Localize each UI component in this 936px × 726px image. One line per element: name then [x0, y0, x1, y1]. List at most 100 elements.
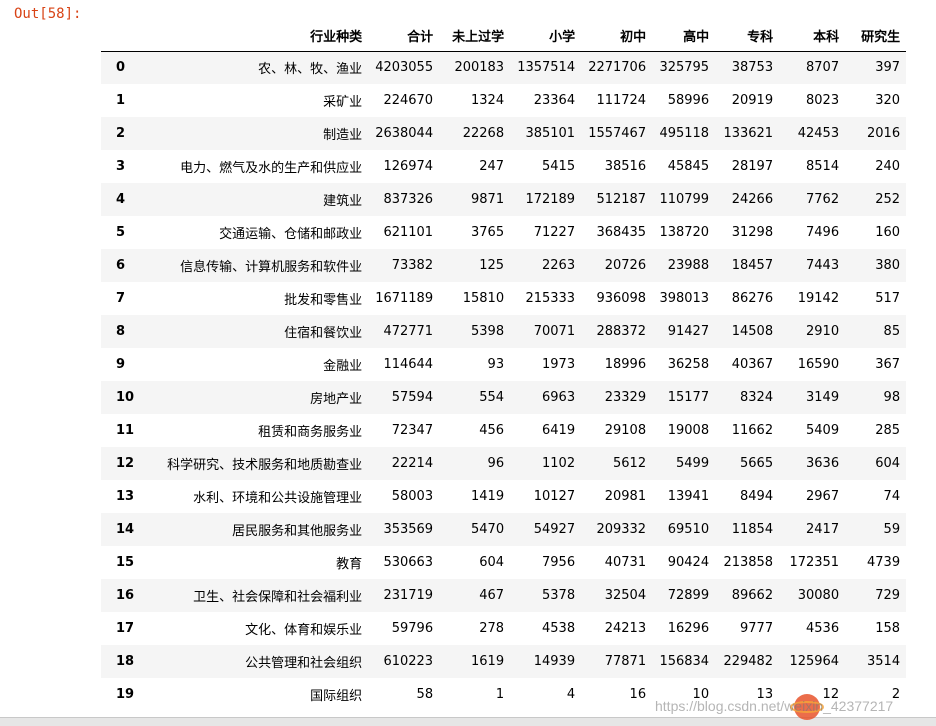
table-cell: 5470 [471, 522, 505, 537]
column-header: 合计 [368, 20, 440, 52]
industry-cell: 交通运输、仓储和邮政业 [219, 227, 363, 242]
table-cell: 38753 [731, 60, 774, 76]
industry-cell: 信息传输、计算机服务和软件业 [180, 260, 363, 275]
table-cell: 530663 [383, 555, 434, 570]
table-cell: 353569 [383, 522, 434, 537]
table-cell: 14508 [731, 324, 774, 339]
table-row: 9 金融业 114644 93 1973 18996 36258 40367 16590 367 [101, 348, 907, 381]
table-cell: 58996 [667, 93, 710, 108]
table-cell: 89662 [731, 588, 774, 603]
column-header: 初中 [581, 20, 653, 52]
table-cell: 126974 [383, 159, 434, 174]
table-cell: 45845 [667, 159, 710, 174]
table-cell: 213858 [723, 555, 774, 570]
table-cell: 38516 [604, 159, 647, 174]
industry-cell: 建筑业 [323, 194, 363, 209]
table-cell: 4 [566, 687, 576, 702]
table-cell: 368435 [596, 225, 647, 240]
table-cell: 28197 [731, 159, 774, 174]
table-cell: 4536 [806, 621, 840, 636]
table-row: 4 建筑业 837326 9871 172189 512187 110799 24266 776… [101, 183, 907, 216]
table-cell: 320 [875, 93, 901, 108]
table-cell: 5415 [542, 159, 576, 174]
table-cell: 54927 [533, 522, 576, 537]
table-row: 12 科学研究、技术服务和地质勘查业 22214 96 1102 5612 5499 5665… [101, 447, 907, 480]
table-cell: 4739 [867, 555, 901, 570]
table-cell: 16296 [667, 621, 710, 636]
table-cell: 5612 [613, 456, 647, 471]
table-cell: 58 [416, 687, 434, 702]
table-cell: 22214 [391, 456, 434, 471]
column-header: 专科 [715, 20, 780, 52]
table-cell: 472771 [383, 324, 434, 339]
industry-cell: 公共管理和社会组织 [245, 656, 363, 671]
table-cell: 380 [875, 258, 901, 273]
table-cell: 224670 [383, 93, 434, 108]
table-cell: 22268 [462, 126, 505, 141]
table-cell: 1102 [542, 456, 576, 471]
table-cell: 7762 [806, 192, 840, 207]
table-cell: 5398 [471, 324, 505, 339]
table-cell: 7443 [806, 258, 840, 273]
table-header-row: 行业种类 合计 未上过学 小学 初中 高中 专科 本科 研究生 [101, 20, 907, 52]
output-prompt: Out[58]: [14, 6, 82, 22]
table-cell: 1619 [471, 654, 505, 669]
table-cell: 40367 [731, 357, 774, 372]
table-cell: 57594 [391, 390, 434, 405]
row-index: 12 [116, 456, 135, 471]
table-cell: 110799 [659, 192, 710, 207]
table-cell: 385101 [525, 126, 576, 141]
table-cell: 5665 [740, 456, 774, 471]
table-row: 13 水利、环境和公共设施管理业 58003 1419 10127 20981 13941 8… [101, 480, 907, 513]
table-cell: 8514 [806, 159, 840, 174]
table-cell: 8494 [740, 489, 774, 504]
row-index: 15 [116, 555, 135, 570]
table-cell: 200183 [454, 60, 505, 76]
table-cell: 456 [479, 423, 505, 438]
table-cell: 31298 [731, 225, 774, 240]
table-cell: 398013 [659, 291, 710, 306]
table-cell: 172189 [525, 192, 576, 207]
table-row: 3 电力、燃气及水的生产和供应业 126974 247 5415 38516 45845 28… [101, 150, 907, 183]
table-cell: 69510 [667, 522, 710, 537]
table-cell: 288372 [596, 324, 647, 339]
table-cell: 111724 [596, 93, 647, 108]
table-cell: 7956 [542, 555, 576, 570]
table-cell: 1671189 [375, 291, 434, 306]
column-header: 小学 [510, 20, 582, 52]
table-cell: 20981 [604, 489, 647, 504]
industry-cell: 教育 [336, 557, 363, 572]
table-cell: 72347 [391, 423, 434, 438]
table-cell: 837326 [383, 192, 434, 207]
row-index: 3 [116, 159, 126, 174]
table-cell: 1973 [542, 357, 576, 372]
table-cell: 19008 [667, 423, 710, 438]
table-cell: 3514 [867, 654, 901, 669]
table-cell: 96 [487, 456, 505, 471]
row-index: 14 [116, 522, 135, 537]
table-cell: 24266 [731, 192, 774, 207]
table-cell: 5378 [542, 588, 576, 603]
table-cell: 11662 [731, 423, 774, 438]
industry-cell: 租赁和商务服务业 [258, 425, 363, 440]
table-cell: 59796 [391, 621, 434, 636]
table-cell: 114644 [383, 357, 434, 372]
table-cell: 2910 [806, 324, 840, 339]
table-cell: 3636 [806, 456, 840, 471]
table-cell: 98 [883, 390, 901, 405]
row-index: 8 [116, 324, 126, 339]
table-cell: 125964 [789, 654, 840, 669]
table-cell: 59 [883, 522, 901, 537]
row-index: 16 [116, 588, 135, 603]
row-index: 1 [116, 93, 126, 108]
table-cell: 1 [495, 687, 505, 702]
table-cell: 19142 [797, 291, 840, 306]
table-cell: 73382 [391, 258, 434, 273]
table-row: 2 制造业 2638044 22268 385101 1557467 495118 13362… [101, 117, 907, 150]
table-cell: 9871 [471, 192, 505, 207]
table-cell: 1557467 [588, 126, 647, 141]
table-cell: 156834 [659, 654, 710, 669]
table-cell: 8324 [740, 390, 774, 405]
industry-cell: 科学研究、技术服务和地质勘查业 [167, 458, 363, 473]
table-cell: 86276 [731, 291, 774, 306]
